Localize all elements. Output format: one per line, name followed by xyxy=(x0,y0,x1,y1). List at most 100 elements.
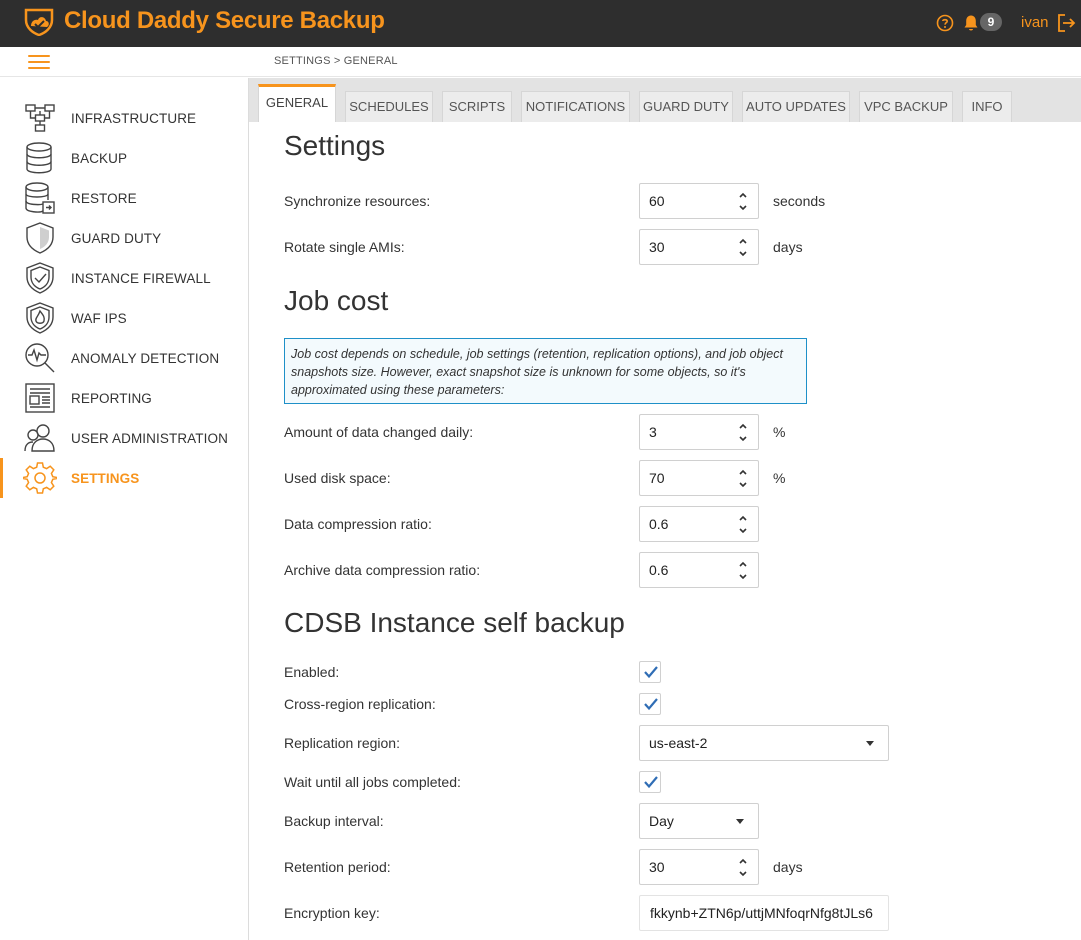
settings-section-title: Settings xyxy=(284,130,386,161)
app-title: Cloud Daddy Secure Backup xyxy=(64,7,385,34)
sync-resources-unit: seconds xyxy=(773,193,826,209)
sidebar-item-label: ANOMALY DETECTION xyxy=(71,351,220,366)
tab-guard-duty[interactable]: GUARD DUTY xyxy=(639,91,733,122)
tab-auto-updates[interactable]: AUTO UPDATES xyxy=(742,91,850,122)
spinner-arrows-icon[interactable] xyxy=(736,557,750,583)
cross-region-checkbox[interactable] xyxy=(639,693,661,715)
logo-shield-icon xyxy=(24,8,54,36)
tab-schedules[interactable]: SCHEDULES xyxy=(345,91,433,122)
enabled-label: Enabled: xyxy=(284,664,340,680)
spinner-arrows-icon[interactable] xyxy=(736,188,750,214)
encryption-key-input[interactable]: fkkynb+ZTN6p/uttjMNfoqrNfg8tJLs6 xyxy=(639,895,889,931)
network-icon xyxy=(25,104,55,132)
help-icon[interactable] xyxy=(936,14,954,32)
checkmark-icon xyxy=(644,776,658,789)
self-backup-section-title: CDSB Instance self backup xyxy=(284,607,625,638)
spinner-arrows-icon[interactable] xyxy=(736,511,750,537)
settings-general-panel: Settings Synchronize resources: 60 secon… xyxy=(249,122,1081,940)
tab-notifications[interactable]: NOTIFICATIONS xyxy=(521,91,630,122)
database-icon xyxy=(26,142,52,174)
checkmark-icon xyxy=(644,666,658,679)
spinner-arrows-icon[interactable] xyxy=(736,465,750,491)
spinner-arrows-icon[interactable] xyxy=(736,854,750,880)
disk-space-label: Used disk space: xyxy=(284,470,391,486)
sidebar-item-instance-firewall[interactable]: INSTANCE FIREWALL xyxy=(0,258,248,298)
sidebar-item-reporting[interactable]: REPORTING xyxy=(0,378,248,418)
retention-period-label: Retention period: xyxy=(284,859,391,875)
disk-space-value: 70 xyxy=(649,470,665,486)
logout-icon[interactable] xyxy=(1056,13,1076,33)
rotate-amis-input[interactable]: 30 xyxy=(639,229,759,265)
encryption-key-label: Encryption key: xyxy=(284,905,380,921)
sidebar-item-user-administration[interactable]: USER ADMINISTRATION xyxy=(0,418,248,458)
shield-check-icon xyxy=(26,262,54,294)
gear-icon xyxy=(23,462,57,494)
sidebar-item-label: RESTORE xyxy=(71,191,137,206)
job-cost-info-box: Job cost depends on schedule, job settin… xyxy=(284,338,807,404)
archive-compression-value: 0.6 xyxy=(649,562,669,578)
compression-ratio-value: 0.6 xyxy=(649,516,669,532)
username[interactable]: ivan xyxy=(1021,14,1049,32)
compression-ratio-input[interactable]: 0.6 xyxy=(639,506,759,542)
archive-compression-label: Archive data compression ratio: xyxy=(284,562,481,578)
sidebar-item-backup[interactable]: BACKUP xyxy=(0,138,248,178)
sidebar-item-label: INSTANCE FIREWALL xyxy=(71,271,211,286)
rotate-amis-label: Rotate single AMIs: xyxy=(284,239,405,255)
sidebar-item-waf-ips[interactable]: WAF IPS xyxy=(0,298,248,338)
chevron-down-icon xyxy=(866,741,874,746)
data-changed-input[interactable]: 3 xyxy=(639,414,759,450)
rotate-amis-value: 30 xyxy=(649,239,665,255)
notification-count-badge[interactable]: 9 xyxy=(980,13,1002,31)
sidebar-item-guard-duty[interactable]: GUARD DUTY xyxy=(0,218,248,258)
sync-resources-input[interactable]: 60 xyxy=(639,183,759,219)
sidebar-item-anomaly-detection[interactable]: ANOMALY DETECTION xyxy=(0,338,248,378)
sidebar-item-label: REPORTING xyxy=(71,391,152,406)
sidebar-item-label: SETTINGS xyxy=(71,471,140,486)
spinner-arrows-icon[interactable] xyxy=(736,234,750,260)
menu-toggle-icon[interactable] xyxy=(28,55,50,69)
tab-scripts[interactable]: SCRIPTS xyxy=(442,91,512,122)
retention-period-input[interactable]: 30 xyxy=(639,849,759,885)
replication-region-label: Replication region: xyxy=(284,735,400,751)
magnifier-pulse-icon xyxy=(25,343,55,373)
sidebar-item-settings[interactable]: SETTINGS xyxy=(0,458,248,498)
chevron-down-icon xyxy=(736,819,744,824)
compression-ratio-label: Data compression ratio: xyxy=(284,516,432,532)
sidebar-item-label: USER ADMINISTRATION xyxy=(71,431,228,446)
sidebar-item-label: BACKUP xyxy=(71,151,128,166)
sync-resources-value: 60 xyxy=(649,193,665,209)
retention-period-unit: days xyxy=(773,859,803,875)
users-icon xyxy=(24,424,55,452)
data-changed-value: 3 xyxy=(649,424,657,440)
sidebar-item-label: GUARD DUTY xyxy=(71,231,162,246)
backup-interval-value: Day xyxy=(649,813,674,829)
job-cost-section-title: Job cost xyxy=(284,285,389,316)
replication-region-select[interactable]: us-east-2 xyxy=(639,725,889,761)
sidebar-item-label: WAF IPS xyxy=(71,311,127,326)
rotate-amis-unit: days xyxy=(773,239,803,255)
sidebar-item-label: INFRASTRUCTURE xyxy=(71,111,197,126)
settings-tabs: GENERAL SCHEDULES SCRIPTS NOTIFICATIONS … xyxy=(249,78,1081,122)
tab-vpc-backup[interactable]: VPC BACKUP xyxy=(859,91,953,122)
report-icon xyxy=(25,383,55,413)
cross-region-label: Cross-region replication: xyxy=(284,696,436,712)
enabled-checkbox[interactable] xyxy=(639,661,661,683)
data-changed-label: Amount of data changed daily: xyxy=(284,424,474,440)
wait-jobs-checkbox[interactable] xyxy=(639,771,661,793)
bell-icon[interactable] xyxy=(963,14,979,32)
backup-interval-label: Backup interval: xyxy=(284,813,384,829)
spinner-arrows-icon[interactable] xyxy=(736,419,750,445)
archive-compression-input[interactable]: 0.6 xyxy=(639,552,759,588)
wait-jobs-label: Wait until all jobs completed: xyxy=(284,774,461,790)
retention-period-value: 30 xyxy=(649,859,665,875)
tab-general[interactable]: GENERAL xyxy=(258,84,336,122)
sidebar: INFRASTRUCTURE BACKUP RESTORE GUARD DUTY xyxy=(0,78,249,940)
backup-interval-select[interactable]: Day xyxy=(639,803,759,839)
breadcrumb: SETTINGS > GENERAL xyxy=(274,55,398,67)
sidebar-item-restore[interactable]: RESTORE xyxy=(0,178,248,218)
tab-info[interactable]: INFO xyxy=(962,91,1012,122)
replication-region-value: us-east-2 xyxy=(649,735,708,751)
encryption-key-value: fkkynb+ZTN6p/uttjMNfoqrNfg8tJLs6 xyxy=(650,905,873,921)
disk-space-input[interactable]: 70 xyxy=(639,460,759,496)
sidebar-item-infrastructure[interactable]: INFRASTRUCTURE xyxy=(0,98,248,138)
